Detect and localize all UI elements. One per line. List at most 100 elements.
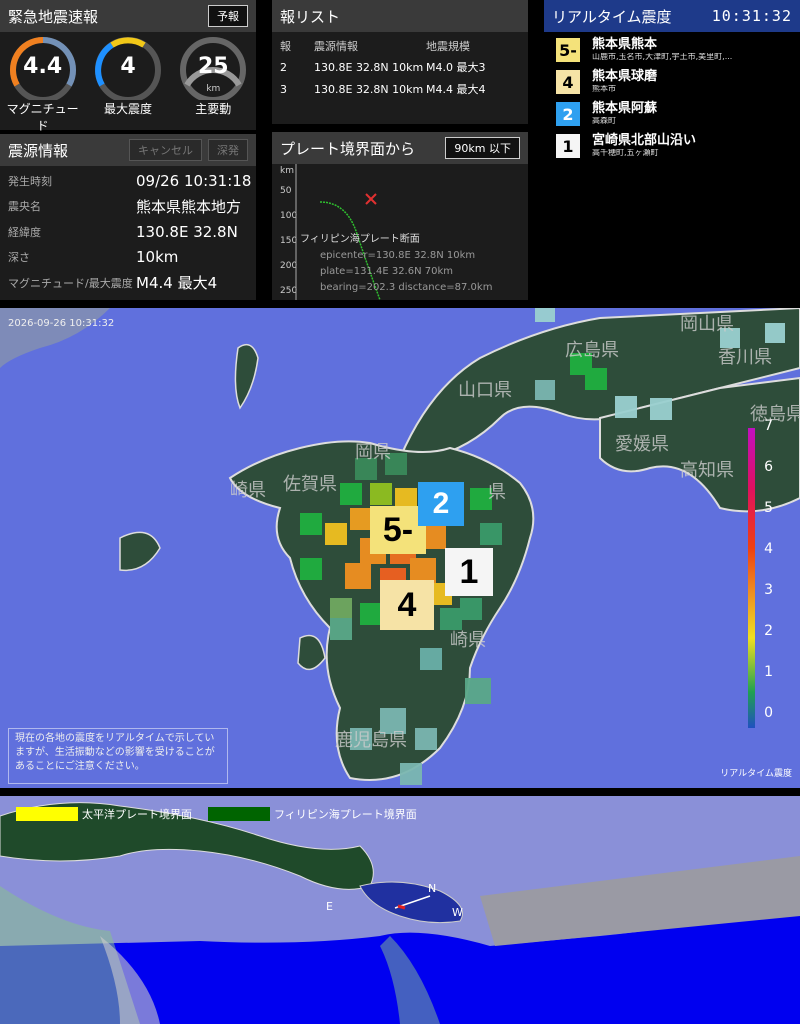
info-key: マグニチュード/最大震度: [8, 276, 133, 290]
realtime-header: リアルタイム震度 10:31:32: [544, 0, 800, 32]
region-cities: 高森町: [592, 117, 616, 125]
legend-label-pacific: 太平洋プレート境界面: [82, 808, 192, 821]
region-cities: 山鹿市,玉名市,大津町,宇土市,美里町,...: [592, 53, 733, 61]
plate-section-plot: km 50 100 150 200 250 フィリピン海プレート断面 epice…: [272, 164, 528, 300]
report-scale: M4.0 最大3: [426, 61, 486, 74]
plate-title: プレート境界面から: [280, 139, 416, 158]
place-label: 岡山県: [680, 314, 734, 335]
plate-3d-view[interactable]: N E W 太平洋プレート境界面 フィリピン海プレート境界面: [0, 796, 800, 1024]
list-item[interactable]: 1 宮崎県北部山沿い 高千穂町,五ヶ瀬町: [556, 134, 800, 160]
col-header: 地震規模: [426, 40, 470, 53]
report-table: 報 震源情報 地震規模 2 130.8E 32.8N 10km M4.0 最大3…: [272, 32, 528, 104]
scale-label: 5: [764, 500, 773, 516]
report-source: 130.8E 32.8N 10km: [314, 60, 424, 74]
region-cities: 高千穂町,五ヶ瀬町: [592, 149, 659, 157]
list-item[interactable]: 2 熊本県阿蘇 高森町: [556, 102, 800, 128]
info-value: M4.4 最大4: [136, 274, 218, 293]
magnitude-value: 4.4: [23, 54, 63, 79]
info-key: 経緯度: [8, 225, 41, 239]
magnitude-label: マグニチュード: [6, 102, 79, 133]
col-header: 震源情報: [314, 40, 358, 53]
forecast-button[interactable]: 予報: [208, 5, 248, 27]
place-label: 県: [488, 482, 506, 503]
region-cities: 熊本市: [592, 85, 616, 93]
scale-caption: リアルタイム震度: [720, 769, 792, 779]
info-row-time: 発生時刻 09/26 10:31:18: [0, 168, 256, 194]
eew-panel: 緊急地震速報 予報 4.4 マグニチュード 4 最大震度 25 km 主要動: [0, 0, 256, 133]
map-disclaimer: 現在の各地の震度をリアルタイムで示していますが、生活振動などの影響を受けることが…: [8, 728, 228, 784]
intensity-badge: 1: [556, 134, 580, 158]
scale-label: 2: [764, 623, 773, 639]
plate-3d-scene: N E W: [0, 796, 800, 1024]
list-item[interactable]: 4 熊本県球磨 熊本市: [556, 70, 800, 96]
depth-filter-button[interactable]: 90km 以下: [445, 137, 520, 159]
intensity-pin-1[interactable]: 1: [445, 548, 493, 596]
scale-label: 4: [764, 541, 773, 557]
report-num: 2: [280, 60, 287, 74]
intensity-map[interactable]: 山口県 広島県 岡山県 香川県 徳島県 愛媛県 高知県 佐賀県 崎県 岡県 県 …: [0, 308, 800, 788]
epicenter-line: epicenter=130.8E 32.8N 10km: [320, 250, 476, 261]
place-label: 愛媛県: [615, 434, 669, 455]
hypocenter-title: 震源情報: [8, 141, 69, 160]
intensity-pin-2[interactable]: 2: [418, 482, 464, 526]
scale-label: 6: [764, 459, 773, 475]
info-value: 10km: [136, 248, 179, 267]
list-item[interactable]: 5- 熊本県熊本 山鹿市,玉名市,大津町,宇土市,美里町,...: [556, 38, 800, 64]
max-intensity-value: 4: [120, 54, 136, 79]
map-timestamp: 2026-09-26 10:31:32: [8, 318, 115, 329]
main-motion-gauge: 25 km 主要動: [175, 36, 251, 134]
region-name: 熊本県球磨: [592, 69, 658, 84]
realtime-title: リアルタイム震度: [552, 7, 672, 26]
realtime-intensity-panel: リアルタイム震度 10:31:32 5- 熊本県熊本 山鹿市,玉名市,大津町,宇…: [544, 0, 800, 300]
scale-label: 0: [764, 705, 773, 721]
plate-header: プレート境界面から 90km 以下: [272, 132, 528, 164]
scale-label: 1: [764, 664, 773, 680]
info-value: 130.8E 32.8N: [136, 222, 238, 241]
cancel-button[interactable]: キャンセル: [129, 139, 202, 161]
legend-philippine: フィリピン海プレート境界面: [208, 806, 417, 822]
deep-button[interactable]: 深発: [208, 139, 248, 161]
compass-east: E: [326, 900, 333, 913]
place-label: 佐賀県: [283, 474, 337, 495]
report-scale: M4.4 最大4: [426, 83, 486, 96]
info-row-depth: 深さ 10km: [0, 245, 256, 271]
info-key: 発生時刻: [8, 174, 52, 188]
region-name: 熊本県阿蘇: [592, 101, 658, 116]
report-list-title: 報リスト: [280, 7, 341, 26]
max-intensity-gauge: 4 最大震度: [90, 36, 166, 134]
intensity-pin-4[interactable]: 4: [380, 580, 434, 630]
report-num: 3: [280, 82, 287, 96]
table-row[interactable]: 2 130.8E 32.8N 10km M4.0 最大3: [280, 56, 520, 78]
compass-north: N: [428, 882, 436, 895]
place-label: 鹿児島県: [335, 730, 407, 751]
place-label: 山口県: [458, 380, 512, 401]
plate-line: plate=131.4E 32.6N 70km: [320, 266, 454, 277]
compass-west: W: [452, 906, 463, 919]
report-list-panel: 報リスト 報 震源情報 地震規模 2 130.8E 32.8N 10km M4.…: [272, 0, 528, 124]
place-label: 香川県: [718, 347, 772, 368]
magnitude-gauge: 4.4 マグニチュード: [5, 36, 81, 134]
region-name: 宮崎県北部山沿い: [592, 133, 697, 148]
info-value: 熊本県熊本地方: [136, 197, 242, 216]
info-key: 深さ: [8, 251, 30, 265]
report-table-header: 報 震源情報 地震規模: [280, 36, 520, 56]
main-motion-unit: km: [206, 84, 221, 94]
col-header: 報: [280, 40, 291, 53]
region-name: 熊本県熊本: [592, 37, 658, 52]
place-label: 岡県: [355, 442, 391, 463]
bearing-line: bearing=202.3 disctance=87.0km: [320, 282, 493, 293]
place-label: 崎県: [230, 480, 266, 501]
scale-label: 3: [764, 582, 773, 598]
legend-label-philippine: フィリピン海プレート境界面: [274, 808, 417, 821]
section-label: フィリピン海プレート断面: [300, 234, 420, 245]
intensity-badge: 2: [556, 102, 580, 126]
legend-swatch-philippine: [208, 807, 270, 821]
place-label: 広島県: [565, 340, 619, 361]
table-row[interactable]: 3 130.8E 32.8N 10km M4.4 最大4: [280, 78, 520, 100]
eew-title: 緊急地震速報: [8, 7, 99, 26]
intensity-badge: 4: [556, 70, 580, 94]
eew-header: 緊急地震速報 予報: [0, 0, 256, 32]
realtime-clock: 10:31:32: [711, 7, 792, 25]
hypocenter-panel: 震源情報 キャンセル 深発 発生時刻 09/26 10:31:18 震央名 熊本…: [0, 134, 256, 300]
info-value: 09/26 10:31:18: [136, 171, 252, 190]
